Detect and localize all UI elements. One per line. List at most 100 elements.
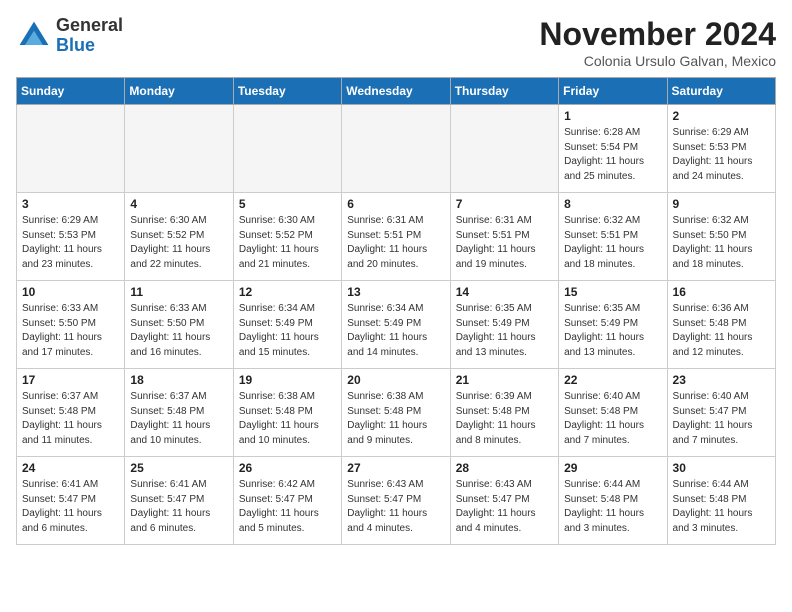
calendar-day: 21 Sunrise: 6:39 AMSunset: 5:48 PMDayligh…: [450, 369, 558, 457]
calendar-day: 25 Sunrise: 6:41 AMSunset: 5:47 PMDayligh…: [125, 457, 233, 545]
day-info: Sunrise: 6:33 AMSunset: 5:50 PMDaylight:…: [22, 302, 119, 360]
calendar-day: 26 Sunrise: 6:42 AMSunset: 5:47 PMDayligh…: [233, 457, 341, 545]
calendar-day: 24Sunrise: 6:41 AMSunset: 5:47 PMDayligh…: [17, 457, 125, 545]
calendar-day: 28 Sunrise: 6:43 AMSunset: 5:47 PMDayligh…: [450, 457, 558, 545]
day-info: Sunrise: 6:35 AMSunset: 5:49 PMDaylight:…: [564, 302, 661, 360]
day-number: 16: [673, 285, 770, 299]
day-number: 28: [456, 461, 553, 475]
day-info: Sunrise: 6:28 AMSunset: 5:54 PMDaylight:…: [564, 126, 661, 184]
calendar-day: 29Sunrise: 6:44 AMSunset: 5:48 PMDayligh…: [559, 457, 667, 545]
day-number: 4: [130, 197, 227, 211]
day-info: Sunrise: 6:40 AMSunset: 5:47 PMDaylight:…: [673, 390, 770, 448]
weekday-header-row: SundayMondayTuesdayWednesdayThursdayFrid…: [17, 78, 776, 105]
calendar-day: [233, 105, 341, 193]
calendar-day: 20Sunrise: 6:38 AMSunset: 5:48 PMDayligh…: [342, 369, 450, 457]
day-info: Sunrise: 6:32 AMSunset: 5:50 PMDaylight:…: [673, 214, 770, 272]
logo-text: General Blue: [56, 16, 123, 56]
day-info: Sunrise: 6:35 AMSunset: 5:49 PMDaylight:…: [456, 302, 553, 360]
day-info: Sunrise: 6:41 AMSunset: 5:47 PMDaylight:…: [130, 478, 227, 536]
day-number: 9: [673, 197, 770, 211]
calendar-day: [125, 105, 233, 193]
weekday-header-tuesday: Tuesday: [233, 78, 341, 105]
weekday-header-wednesday: Wednesday: [342, 78, 450, 105]
calendar-week-4: 17 Sunrise: 6:37 AMSunset: 5:48 PMDayligh…: [17, 369, 776, 457]
weekday-header-friday: Friday: [559, 78, 667, 105]
calendar-day: 1 Sunrise: 6:28 AMSunset: 5:54 PMDaylight…: [559, 105, 667, 193]
day-info: Sunrise: 6:37 AMSunset: 5:48 PMDaylight:…: [130, 390, 227, 448]
weekday-header-sunday: Sunday: [17, 78, 125, 105]
calendar-day: [342, 105, 450, 193]
title-block: November 2024 Colonia Ursulo Galvan, Mex…: [539, 16, 776, 69]
weekday-header-monday: Monday: [125, 78, 233, 105]
day-number: 1: [564, 109, 661, 123]
calendar-day: 7Sunrise: 6:31 AMSunset: 5:51 PMDaylight…: [450, 193, 558, 281]
day-info: Sunrise: 6:34 AMSunset: 5:49 PMDaylight:…: [239, 302, 336, 360]
day-number: 17: [22, 373, 119, 387]
calendar-day: 14 Sunrise: 6:35 AMSunset: 5:49 PMDayligh…: [450, 281, 558, 369]
calendar-day: 19Sunrise: 6:38 AMSunset: 5:48 PMDayligh…: [233, 369, 341, 457]
calendar-day: 11Sunrise: 6:33 AMSunset: 5:50 PMDayligh…: [125, 281, 233, 369]
day-number: 10: [22, 285, 119, 299]
calendar-header: SundayMondayTuesdayWednesdayThursdayFrid…: [17, 78, 776, 105]
day-number: 23: [673, 373, 770, 387]
day-number: 20: [347, 373, 444, 387]
day-info: Sunrise: 6:43 AMSunset: 5:47 PMDaylight:…: [456, 478, 553, 536]
day-info: Sunrise: 6:44 AMSunset: 5:48 PMDaylight:…: [673, 478, 770, 536]
calendar-day: [450, 105, 558, 193]
calendar-body: 1 Sunrise: 6:28 AMSunset: 5:54 PMDaylight…: [17, 105, 776, 545]
calendar-day: 18Sunrise: 6:37 AMSunset: 5:48 PMDayligh…: [125, 369, 233, 457]
calendar-day: 6Sunrise: 6:31 AMSunset: 5:51 PMDaylight…: [342, 193, 450, 281]
weekday-header-thursday: Thursday: [450, 78, 558, 105]
calendar-day: 16 Sunrise: 6:36 AMSunset: 5:48 PMDayligh…: [667, 281, 775, 369]
day-info: Sunrise: 6:36 AMSunset: 5:48 PMDaylight:…: [673, 302, 770, 360]
day-number: 30: [673, 461, 770, 475]
calendar-day: 17 Sunrise: 6:37 AMSunset: 5:48 PMDayligh…: [17, 369, 125, 457]
day-number: 26: [239, 461, 336, 475]
day-info: Sunrise: 6:43 AMSunset: 5:47 PMDaylight:…: [347, 478, 444, 536]
day-number: 13: [347, 285, 444, 299]
calendar-week-2: 3Sunrise: 6:29 AMSunset: 5:53 PMDaylight…: [17, 193, 776, 281]
logo-icon: [16, 18, 52, 54]
day-number: 15: [564, 285, 661, 299]
calendar-day: [17, 105, 125, 193]
day-number: 3: [22, 197, 119, 211]
day-number: 11: [130, 285, 227, 299]
day-info: Sunrise: 6:31 AMSunset: 5:51 PMDaylight:…: [347, 214, 444, 272]
day-number: 22: [564, 373, 661, 387]
calendar-day: 12 Sunrise: 6:34 AMSunset: 5:49 PMDayligh…: [233, 281, 341, 369]
day-number: 5: [239, 197, 336, 211]
day-number: 21: [456, 373, 553, 387]
calendar-week-5: 24Sunrise: 6:41 AMSunset: 5:47 PMDayligh…: [17, 457, 776, 545]
day-number: 14: [456, 285, 553, 299]
day-info: Sunrise: 6:30 AMSunset: 5:52 PMDaylight:…: [239, 214, 336, 272]
calendar-day: 23 Sunrise: 6:40 AMSunset: 5:47 PMDayligh…: [667, 369, 775, 457]
calendar-week-1: 1 Sunrise: 6:28 AMSunset: 5:54 PMDaylight…: [17, 105, 776, 193]
calendar-day: 3Sunrise: 6:29 AMSunset: 5:53 PMDaylight…: [17, 193, 125, 281]
day-info: Sunrise: 6:38 AMSunset: 5:48 PMDaylight:…: [239, 390, 336, 448]
calendar-day: 22Sunrise: 6:40 AMSunset: 5:48 PMDayligh…: [559, 369, 667, 457]
calendar-day: 10 Sunrise: 6:33 AMSunset: 5:50 PMDayligh…: [17, 281, 125, 369]
weekday-header-saturday: Saturday: [667, 78, 775, 105]
page-header: General Blue November 2024 Colonia Ursul…: [16, 16, 776, 69]
calendar-day: 30 Sunrise: 6:44 AMSunset: 5:48 PMDayligh…: [667, 457, 775, 545]
calendar-day: 9 Sunrise: 6:32 AMSunset: 5:50 PMDaylight…: [667, 193, 775, 281]
day-number: 25: [130, 461, 227, 475]
calendar-day: 4Sunrise: 6:30 AMSunset: 5:52 PMDaylight…: [125, 193, 233, 281]
day-info: Sunrise: 6:32 AMSunset: 5:51 PMDaylight:…: [564, 214, 661, 272]
calendar-week-3: 10 Sunrise: 6:33 AMSunset: 5:50 PMDayligh…: [17, 281, 776, 369]
calendar-day: 15 Sunrise: 6:35 AMSunset: 5:49 PMDayligh…: [559, 281, 667, 369]
calendar-table: SundayMondayTuesdayWednesdayThursdayFrid…: [16, 77, 776, 545]
logo-blue: Blue: [56, 35, 95, 55]
location: Colonia Ursulo Galvan, Mexico: [539, 53, 776, 69]
day-info: Sunrise: 6:44 AMSunset: 5:48 PMDaylight:…: [564, 478, 661, 536]
day-number: 2: [673, 109, 770, 123]
day-info: Sunrise: 6:34 AMSunset: 5:49 PMDaylight:…: [347, 302, 444, 360]
calendar-day: 13 Sunrise: 6:34 AMSunset: 5:49 PMDayligh…: [342, 281, 450, 369]
day-number: 12: [239, 285, 336, 299]
day-number: 8: [564, 197, 661, 211]
day-info: Sunrise: 6:41 AMSunset: 5:47 PMDaylight:…: [22, 478, 119, 536]
logo: General Blue: [16, 16, 123, 56]
day-info: Sunrise: 6:39 AMSunset: 5:48 PMDaylight:…: [456, 390, 553, 448]
day-info: Sunrise: 6:42 AMSunset: 5:47 PMDaylight:…: [239, 478, 336, 536]
day-info: Sunrise: 6:37 AMSunset: 5:48 PMDaylight:…: [22, 390, 119, 448]
